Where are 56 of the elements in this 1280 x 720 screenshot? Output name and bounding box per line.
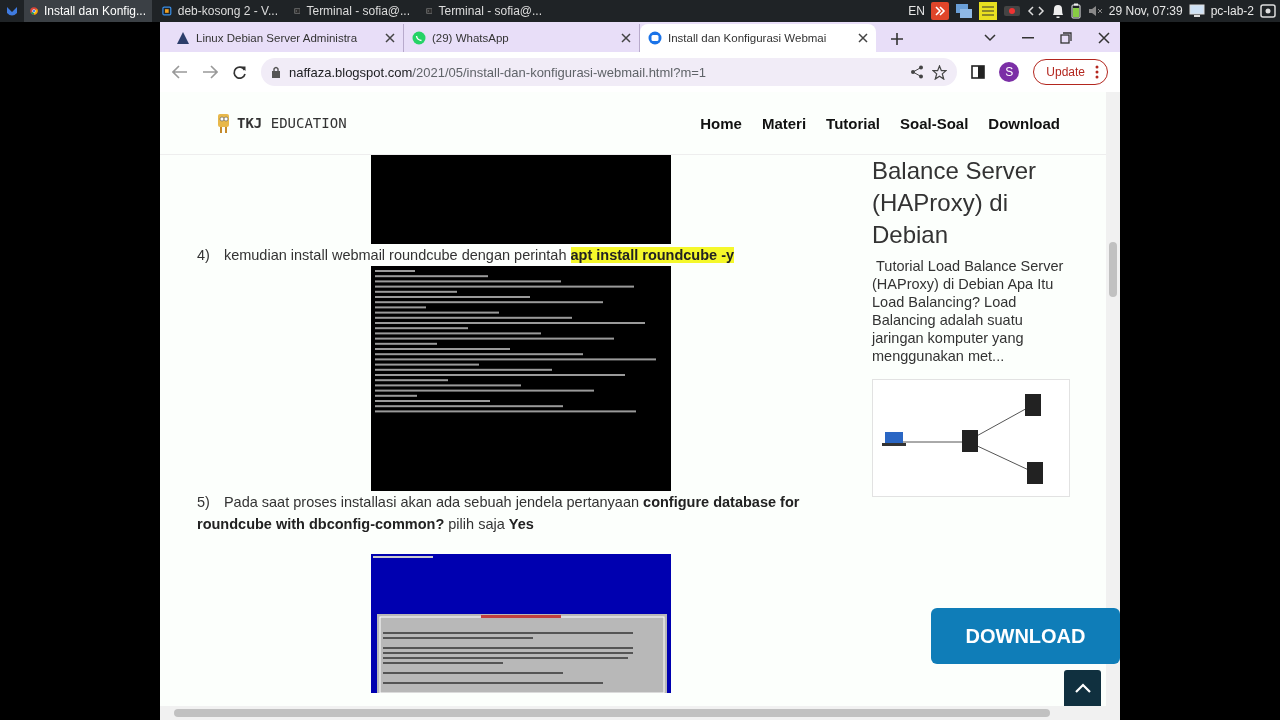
screenshot-icon[interactable] xyxy=(1260,4,1276,18)
browser-tab[interactable]: Linux Debian Server Administra xyxy=(168,24,404,52)
new-tab-icon[interactable] xyxy=(890,32,904,46)
address-bar[interactable]: naffaza.blogspot.com/2021/05/install-dan-konfigurasi-webmail.html?m=1 xyxy=(261,58,958,86)
side-panel-icon[interactable] xyxy=(971,65,986,79)
minimize-icon[interactable] xyxy=(1022,37,1034,39)
share-icon[interactable] xyxy=(910,65,925,79)
bell-icon[interactable] xyxy=(1050,3,1065,19)
star-icon[interactable] xyxy=(932,64,948,80)
close-icon[interactable] xyxy=(621,33,631,43)
close-icon[interactable] xyxy=(1098,32,1110,44)
hostname[interactable]: pc-lab-2 xyxy=(1210,4,1254,18)
step-text: 4) kemudian install webmail roundcube dengan perintah apt install roundcube -y xyxy=(197,246,736,265)
step-text: 5) Pada saat proses installasi akan ada sebuah jendela pertanyaan configure database for roundcube with dbconfig-common? pilih saja Yes xyxy=(197,493,801,534)
clock[interactable]: 29 Nov, 07:39 xyxy=(1108,4,1183,18)
globe-icon xyxy=(648,31,662,45)
keyboard-layout[interactable]: EN xyxy=(908,4,925,18)
chevron-down-icon[interactable] xyxy=(984,34,996,42)
horizontal-scrollbar[interactable] xyxy=(160,706,1120,720)
nav-link[interactable]: Materi xyxy=(761,114,807,132)
taskbar-button[interactable]: Terminal - sofia@... xyxy=(288,0,416,22)
more-icon xyxy=(1095,65,1099,79)
back-to-top-button[interactable] xyxy=(1064,670,1101,706)
taskbar-button[interactable]: Install dan Konfig... xyxy=(24,0,152,22)
network-icon[interactable] xyxy=(954,2,973,20)
browser-tab[interactable]: (29) WhatsApp xyxy=(404,24,640,52)
browser-tab[interactable]: Install dan Konfigurasi Webmai xyxy=(640,24,876,52)
app-tray-icon[interactable] xyxy=(930,2,949,20)
forward-icon[interactable] xyxy=(202,65,218,79)
cube-icon xyxy=(162,3,172,19)
volume-muted-icon[interactable] xyxy=(1086,4,1103,18)
site-logo[interactable]: TKJ EDUCATION xyxy=(237,115,347,131)
nav-link[interactable]: Download xyxy=(988,114,1060,132)
notes-icon[interactable] xyxy=(978,2,997,20)
nav-link[interactable]: Tutorial xyxy=(826,114,880,132)
nav-link[interactable]: Home xyxy=(700,114,742,132)
post-excerpt: Tutorial Load Balance Server (HAProxy) di Debian Apa Itu Load Balancing? Load Balancing adalah suatu jaringan komputer yang menggunakan met... xyxy=(872,257,1064,365)
chat-icon xyxy=(412,31,426,45)
post-title[interactable]: Balance Server (HAProxy) di Debian xyxy=(872,155,1064,251)
taskbar-button[interactable]: deb-kosong 2 - V... xyxy=(156,0,284,22)
lock-icon xyxy=(271,66,281,78)
battery-icon[interactable] xyxy=(1070,3,1081,19)
restore-icon[interactable] xyxy=(1060,32,1072,44)
update-button[interactable]: Update xyxy=(1033,59,1108,85)
back-icon[interactable] xyxy=(172,65,188,79)
profile-avatar[interactable]: S xyxy=(999,62,1020,82)
nav-link[interactable]: Soal-Soal xyxy=(899,114,969,132)
download-button[interactable]: DOWNLOAD xyxy=(931,608,1120,664)
chevron-up-icon xyxy=(1074,683,1091,693)
taskbar-button[interactable]: Terminal - sofia@... xyxy=(420,0,548,22)
close-icon[interactable] xyxy=(385,33,395,43)
reload-icon[interactable] xyxy=(232,64,247,80)
close-icon[interactable] xyxy=(858,33,868,43)
monitor-icon xyxy=(1188,4,1205,18)
triangle-logo-icon xyxy=(176,31,190,45)
vertical-scrollbar[interactable] xyxy=(1106,92,1120,706)
